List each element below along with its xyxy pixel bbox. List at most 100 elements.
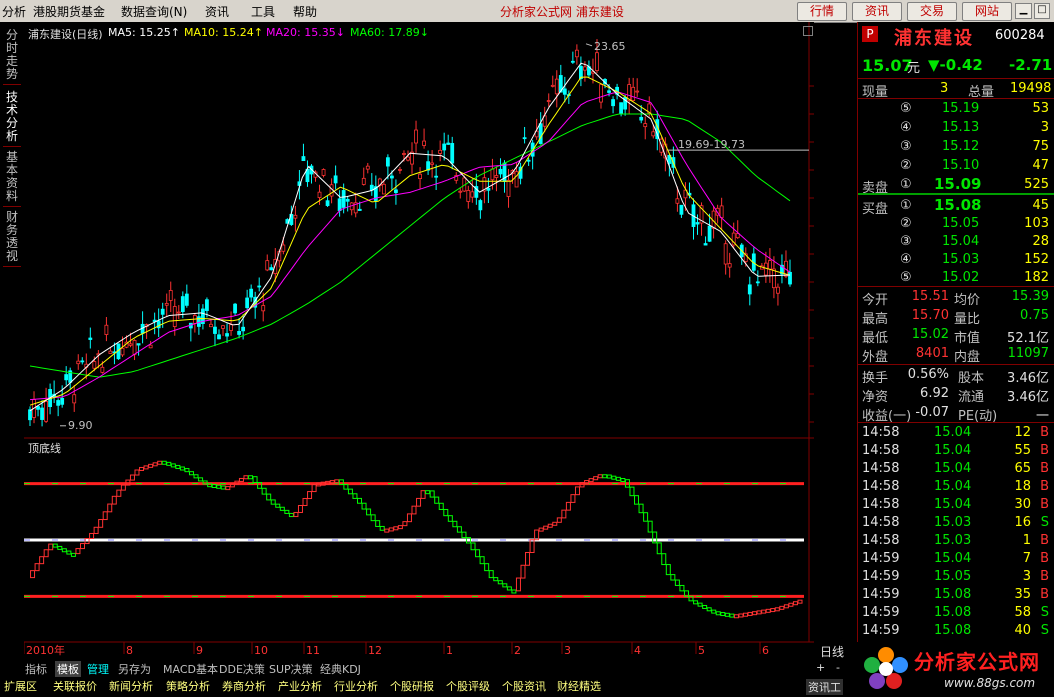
zoom-out-button[interactable]: - — [836, 661, 840, 674]
tick-time: 14:58 — [862, 461, 900, 476]
tick-time: 14:59 — [862, 569, 900, 584]
period-label[interactable]: 日线 — [820, 643, 844, 660]
buy-level: ⑤ — [900, 270, 912, 285]
indicator-tab[interactable]: 另存为 — [118, 661, 151, 677]
tick-row: 14:59 15.08 35 B — [858, 586, 1054, 604]
indicator-tab[interactable]: 指标 — [25, 661, 47, 677]
menu-data-query[interactable]: 数据查询(N) — [121, 3, 187, 20]
menu-hk-futures[interactable]: 港股期货基金 — [33, 3, 105, 20]
zoom-in-button[interactable]: + — [816, 661, 825, 674]
buy-volume: 28 — [1032, 234, 1049, 249]
candle-body — [237, 331, 242, 335]
menu-bar: 分析 港股期货基金 数据查询(N) 资讯 工具 帮助 分析家公式网 浦东建设 行… — [0, 0, 1054, 23]
chart-area[interactable]: 19.69-19.7323.659.90 22.0021.0020.0019.0… — [23, 22, 856, 658]
tab-profile[interactable]: 基本资料 — [3, 148, 21, 207]
candle-body — [184, 293, 189, 306]
minimize-icon[interactable]: ▁ — [1015, 3, 1032, 19]
chart-expand-icon[interactable] — [803, 26, 813, 36]
indicator-tab[interactable]: SUP决策 — [269, 661, 313, 677]
quote-button[interactable]: 行情 — [797, 2, 847, 21]
candle-body — [747, 284, 752, 295]
stat-row: 最高 15.70 量比 0.75 — [858, 307, 1054, 327]
menu-help[interactable]: 帮助 — [293, 3, 317, 20]
candle-body — [217, 334, 221, 340]
indicator-tab[interactable]: MACD基本 — [163, 661, 218, 677]
info-tab[interactable]: 策略分析 — [166, 678, 210, 697]
indicator-tab[interactable]: 管理 — [87, 661, 109, 677]
menu-analysis[interactable]: 分析 — [2, 3, 26, 20]
candle-body — [442, 143, 447, 151]
candle-body — [522, 137, 527, 140]
info-tab[interactable]: 券商分析 — [222, 678, 266, 697]
stat-row: 换手 0.56% 股本 3.46亿 — [858, 366, 1054, 386]
candle-body — [546, 100, 551, 102]
candle-body — [281, 244, 286, 252]
volume-total: 19498 — [1010, 81, 1052, 96]
site-logo: 分析家公式网 www.88gs.com — [858, 640, 1054, 697]
news-button[interactable]: 资讯 — [852, 2, 902, 21]
candle-body — [108, 350, 113, 354]
info-tab[interactable]: 关联报价 — [53, 678, 97, 697]
stat-value: 15.70 — [911, 308, 949, 323]
tab-technical[interactable]: 技术分析 — [3, 88, 21, 147]
info-tab[interactable]: 行业分析 — [334, 678, 378, 697]
stat-label: 净资 — [862, 390, 889, 405]
logo-url: www.88gs.com — [944, 676, 1036, 690]
stat-label: 今开 — [862, 293, 889, 308]
info-tab[interactable]: 产业分析 — [278, 678, 322, 697]
tick-row: 14:58 15.03 16 S — [858, 514, 1054, 532]
tick-price: 15.08 — [934, 605, 972, 620]
tick-time: 14:58 — [862, 515, 900, 530]
tick-side: S — [1040, 623, 1049, 638]
candle-body — [599, 84, 603, 103]
price-change: ▼-0.42 — [928, 56, 983, 74]
trade-button[interactable]: 交易 — [907, 2, 957, 21]
indicator-tab[interactable]: DDE决策 — [219, 661, 265, 677]
stat-value: 3.46亿 — [1007, 390, 1049, 405]
info-tab[interactable]: 扩展区 — [4, 678, 37, 697]
sell-volume: 525 — [1024, 177, 1049, 192]
menu-tools[interactable]: 工具 — [251, 3, 275, 20]
mid-label: 19.69-19.73 — [678, 138, 745, 151]
sell-level: ④ — [900, 120, 912, 135]
logo-text: 分析家公式网 — [914, 650, 1040, 674]
stat-label: 内盘 — [954, 350, 981, 365]
candle-body — [205, 299, 209, 311]
stat-label: 均价 — [954, 293, 981, 308]
date-tick-label: 2 — [514, 644, 521, 657]
sell-row: ② 15.10 47 — [858, 157, 1054, 175]
tick-time: 14:59 — [862, 605, 900, 620]
tick-side: S — [1040, 515, 1049, 530]
tick-row: 14:58 15.04 65 B — [858, 460, 1054, 478]
menu-news[interactable]: 资讯 — [205, 3, 229, 20]
candle-body — [707, 225, 712, 242]
candle-body — [703, 243, 708, 246]
tick-volume: 18 — [1014, 479, 1031, 494]
tick-volume: 35 — [1014, 587, 1031, 602]
tab-intraday[interactable]: 分时走势 — [3, 26, 21, 85]
maximize-icon[interactable]: □ — [1034, 3, 1050, 19]
candle-body — [261, 305, 266, 312]
kline-chart[interactable]: 19.69-19.7323.659.90 22.0021.0020.0019.0… — [23, 22, 856, 658]
date-tick-label: 11 — [306, 644, 320, 657]
news-tool-button[interactable]: 资讯工 — [806, 679, 843, 695]
candle-body — [675, 198, 680, 204]
tick-price: 15.04 — [934, 497, 972, 512]
info-tab[interactable]: 个股研报 — [390, 678, 434, 697]
candle-body — [418, 173, 422, 180]
candle-body — [639, 116, 644, 121]
indicator-tab[interactable]: 模板 — [55, 661, 81, 677]
candle-body — [168, 290, 173, 301]
tick-time: 14:58 — [862, 479, 900, 494]
info-tab[interactable]: 个股资讯 — [502, 678, 546, 697]
date-tick-label: 9 — [196, 644, 203, 657]
info-tab[interactable]: 个股评级 — [446, 678, 490, 697]
info-tab[interactable]: 新闻分析 — [109, 678, 153, 697]
candle-body — [257, 285, 262, 288]
tab-finance[interactable]: 财务透视 — [3, 208, 21, 267]
indicator-tab[interactable]: 经典KDJ — [320, 661, 361, 677]
website-button[interactable]: 网站 — [962, 2, 1012, 21]
buy-level: ② — [900, 216, 912, 231]
info-tab[interactable]: 财经精选 — [557, 678, 601, 697]
sell-row: ③ 15.12 75 — [858, 138, 1054, 156]
